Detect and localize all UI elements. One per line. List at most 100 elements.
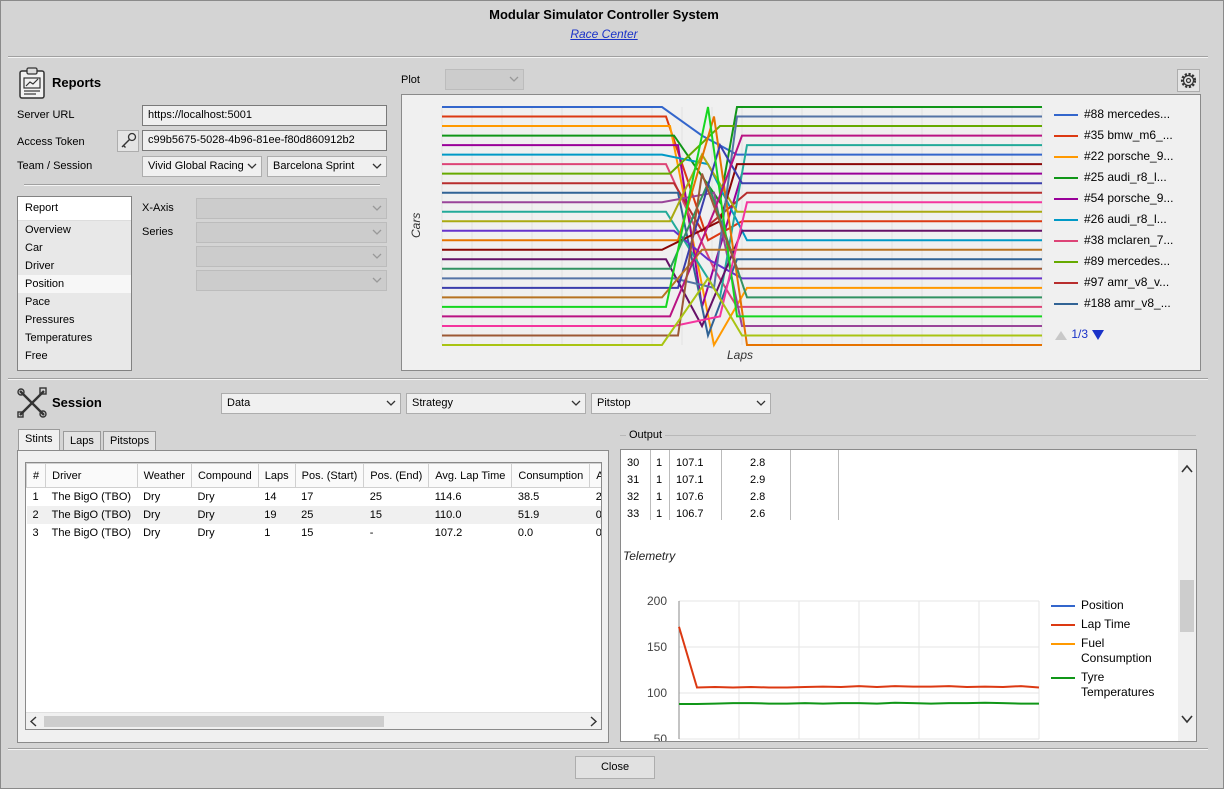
report-list[interactable]: Report Overview Car Driver Position Pace… <box>17 196 132 371</box>
series-select-1[interactable] <box>196 222 387 243</box>
xaxis-label: X-Axis <box>142 202 174 214</box>
legend-item: #89 mercedes... <box>1054 251 1194 272</box>
legend-label: Tyre Temperatures <box>1081 670 1155 699</box>
table-cell: 0.0 <box>517 526 534 539</box>
chevron-down-icon <box>372 229 382 235</box>
table-cell: 0 <box>595 526 602 539</box>
session-select[interactable]: Barcelona Sprint <box>267 156 387 177</box>
access-token-field[interactable]: c99b5675-5028-4b96-81ee-f80d860912b2 <box>142 130 387 151</box>
report-item-pace[interactable]: Pace <box>18 293 131 311</box>
legend-label: Position <box>1081 598 1124 612</box>
legend-swatch <box>1054 302 1078 305</box>
column-header[interactable]: Driver <box>45 463 138 488</box>
telemetry-legend: Position Lap Time Fuel Consumption Tyre Tem… <box>1051 598 1171 704</box>
telemetry-label: Telemetry <box>623 549 676 563</box>
column-header[interactable]: Weather <box>136 463 192 488</box>
access-token-label: Access Token <box>17 136 85 148</box>
legend-swatch <box>1054 281 1078 284</box>
y-tick-label: 200 <box>647 594 667 608</box>
position-chart-ylabel: Cars <box>409 212 423 238</box>
scroll-up-icon[interactable] <box>1181 464 1193 474</box>
table-row[interactable]: 2 The BigO (TBO) Dry Dry 19 25 15 110.0 … <box>26 505 601 524</box>
table-cell: 15 <box>301 526 314 539</box>
table-cell: Dry <box>197 526 215 539</box>
y-tick-label: 150 <box>647 640 667 654</box>
report-item-free[interactable]: Free <box>18 347 131 365</box>
column-header[interactable]: Laps <box>257 463 296 488</box>
table-cell: The BigO (TBO) <box>51 490 132 503</box>
legend-label: Lap Time <box>1081 617 1131 631</box>
pager-down-icon[interactable] <box>1091 328 1105 342</box>
table-cell: Dry <box>191 505 259 524</box>
column-header[interactable]: Pos. (End) <box>363 463 430 488</box>
legend-item: Fuel Consumption <box>1051 636 1171 666</box>
legend-item: Tyre Temperatures <box>1051 670 1171 700</box>
legend-item: #54 porsche_9... <box>1054 188 1194 209</box>
table-cell: 38.5 <box>517 490 540 503</box>
tools-icon <box>16 387 48 419</box>
tab-laps[interactable]: Laps <box>63 431 101 451</box>
strategy-select[interactable]: Strategy <box>406 393 586 414</box>
close-button[interactable]: Close <box>575 756 655 779</box>
tab-stints[interactable]: Stints <box>18 429 60 451</box>
vertical-scrollbar[interactable] <box>1178 450 1196 741</box>
pager-up-icon[interactable] <box>1054 328 1068 342</box>
legend-page-indicator: 1/3 <box>1071 327 1089 341</box>
clipboard-report-icon <box>18 67 46 99</box>
plot-select[interactable] <box>445 69 524 90</box>
scroll-down-icon[interactable] <box>1181 714 1193 724</box>
column-header[interactable]: Consumption <box>511 463 591 488</box>
lap-cell: 32 <box>627 491 640 503</box>
pitstop-select[interactable]: Pitstop <box>591 393 771 414</box>
lap-cell: 30 <box>627 457 640 469</box>
output-panel[interactable]: 30 1 107.1 2.8 31 1 107.1 2.9 32 1 107.6… <box>620 449 1197 742</box>
key-button[interactable] <box>117 130 139 152</box>
xaxis-select[interactable] <box>196 198 387 219</box>
series-select-3[interactable] <box>196 270 387 291</box>
series-select-2[interactable] <box>196 246 387 267</box>
lap-cell: 107.1 <box>676 457 704 469</box>
stints-table-container[interactable]: # Driver Weather Compound Laps Pos. (Sta… <box>25 462 602 730</box>
scroll-left-icon[interactable] <box>29 716 39 727</box>
table-cell: Dry <box>137 505 192 524</box>
legend-label: #89 mercedes... <box>1084 254 1171 268</box>
lap-cell: 1 <box>656 457 663 469</box>
race-center-link[interactable]: Race Center <box>0 27 1208 41</box>
tab-pitstops[interactable]: Pitstops <box>103 431 157 451</box>
table-cell: 51.9 <box>511 505 590 524</box>
legend-swatch <box>1054 176 1078 179</box>
report-item-car[interactable]: Car <box>18 239 131 257</box>
legend-item: #22 porsche_9... <box>1054 146 1194 167</box>
scrollbar-thumb[interactable] <box>44 716 384 727</box>
column-header[interactable]: Compound <box>190 463 259 488</box>
report-item-driver[interactable]: Driver <box>18 257 131 275</box>
table-cell: 17 <box>301 490 314 503</box>
column-header[interactable]: Acc <box>589 463 601 488</box>
table-cell: 0 <box>589 505 601 524</box>
report-item-overview[interactable]: Overview <box>18 221 131 239</box>
team-select[interactable]: Vivid Global Racing <box>142 156 262 177</box>
output-lap-table: 30 1 107.1 2.8 31 1 107.1 2.9 32 1 107.6… <box>621 450 921 525</box>
scroll-right-icon[interactable] <box>588 716 598 727</box>
legend-item: #25 audi_r8_l... <box>1054 167 1194 188</box>
data-select[interactable]: Data <box>221 393 401 414</box>
legend-pager: 1/3 <box>1054 327 1105 343</box>
report-item-pressures[interactable]: Pressures <box>18 311 131 329</box>
telemetry-chart: 200 150 100 50 <box>647 594 1040 741</box>
scrollbar-thumb[interactable] <box>1180 580 1194 632</box>
report-item-temperatures[interactable]: Temperatures <box>18 329 131 347</box>
legend-label: #25 audi_r8_l... <box>1084 170 1167 184</box>
server-url-field[interactable]: https://localhost:5001 <box>142 105 387 126</box>
column-header[interactable]: # <box>26 463 47 488</box>
column-header[interactable]: Avg. Lap Time <box>428 463 513 488</box>
report-item-position[interactable]: Position <box>18 275 131 293</box>
table-cell: Dry <box>197 490 215 503</box>
lap-cell: 33 <box>627 508 640 520</box>
table-row[interactable]: 3 The BigO (TBO) Dry Dry 1 15 - 107.2 0.… <box>27 524 602 542</box>
settings-button[interactable] <box>1177 69 1200 92</box>
table-row[interactable]: 1 The BigO (TBO) Dry Dry 14 17 25 114.6 … <box>27 488 602 506</box>
horizontal-scrollbar[interactable] <box>26 712 601 729</box>
legend-swatch <box>1054 260 1078 263</box>
column-header[interactable]: Pos. (Start) <box>294 463 365 488</box>
server-url-label: Server URL <box>17 109 75 121</box>
